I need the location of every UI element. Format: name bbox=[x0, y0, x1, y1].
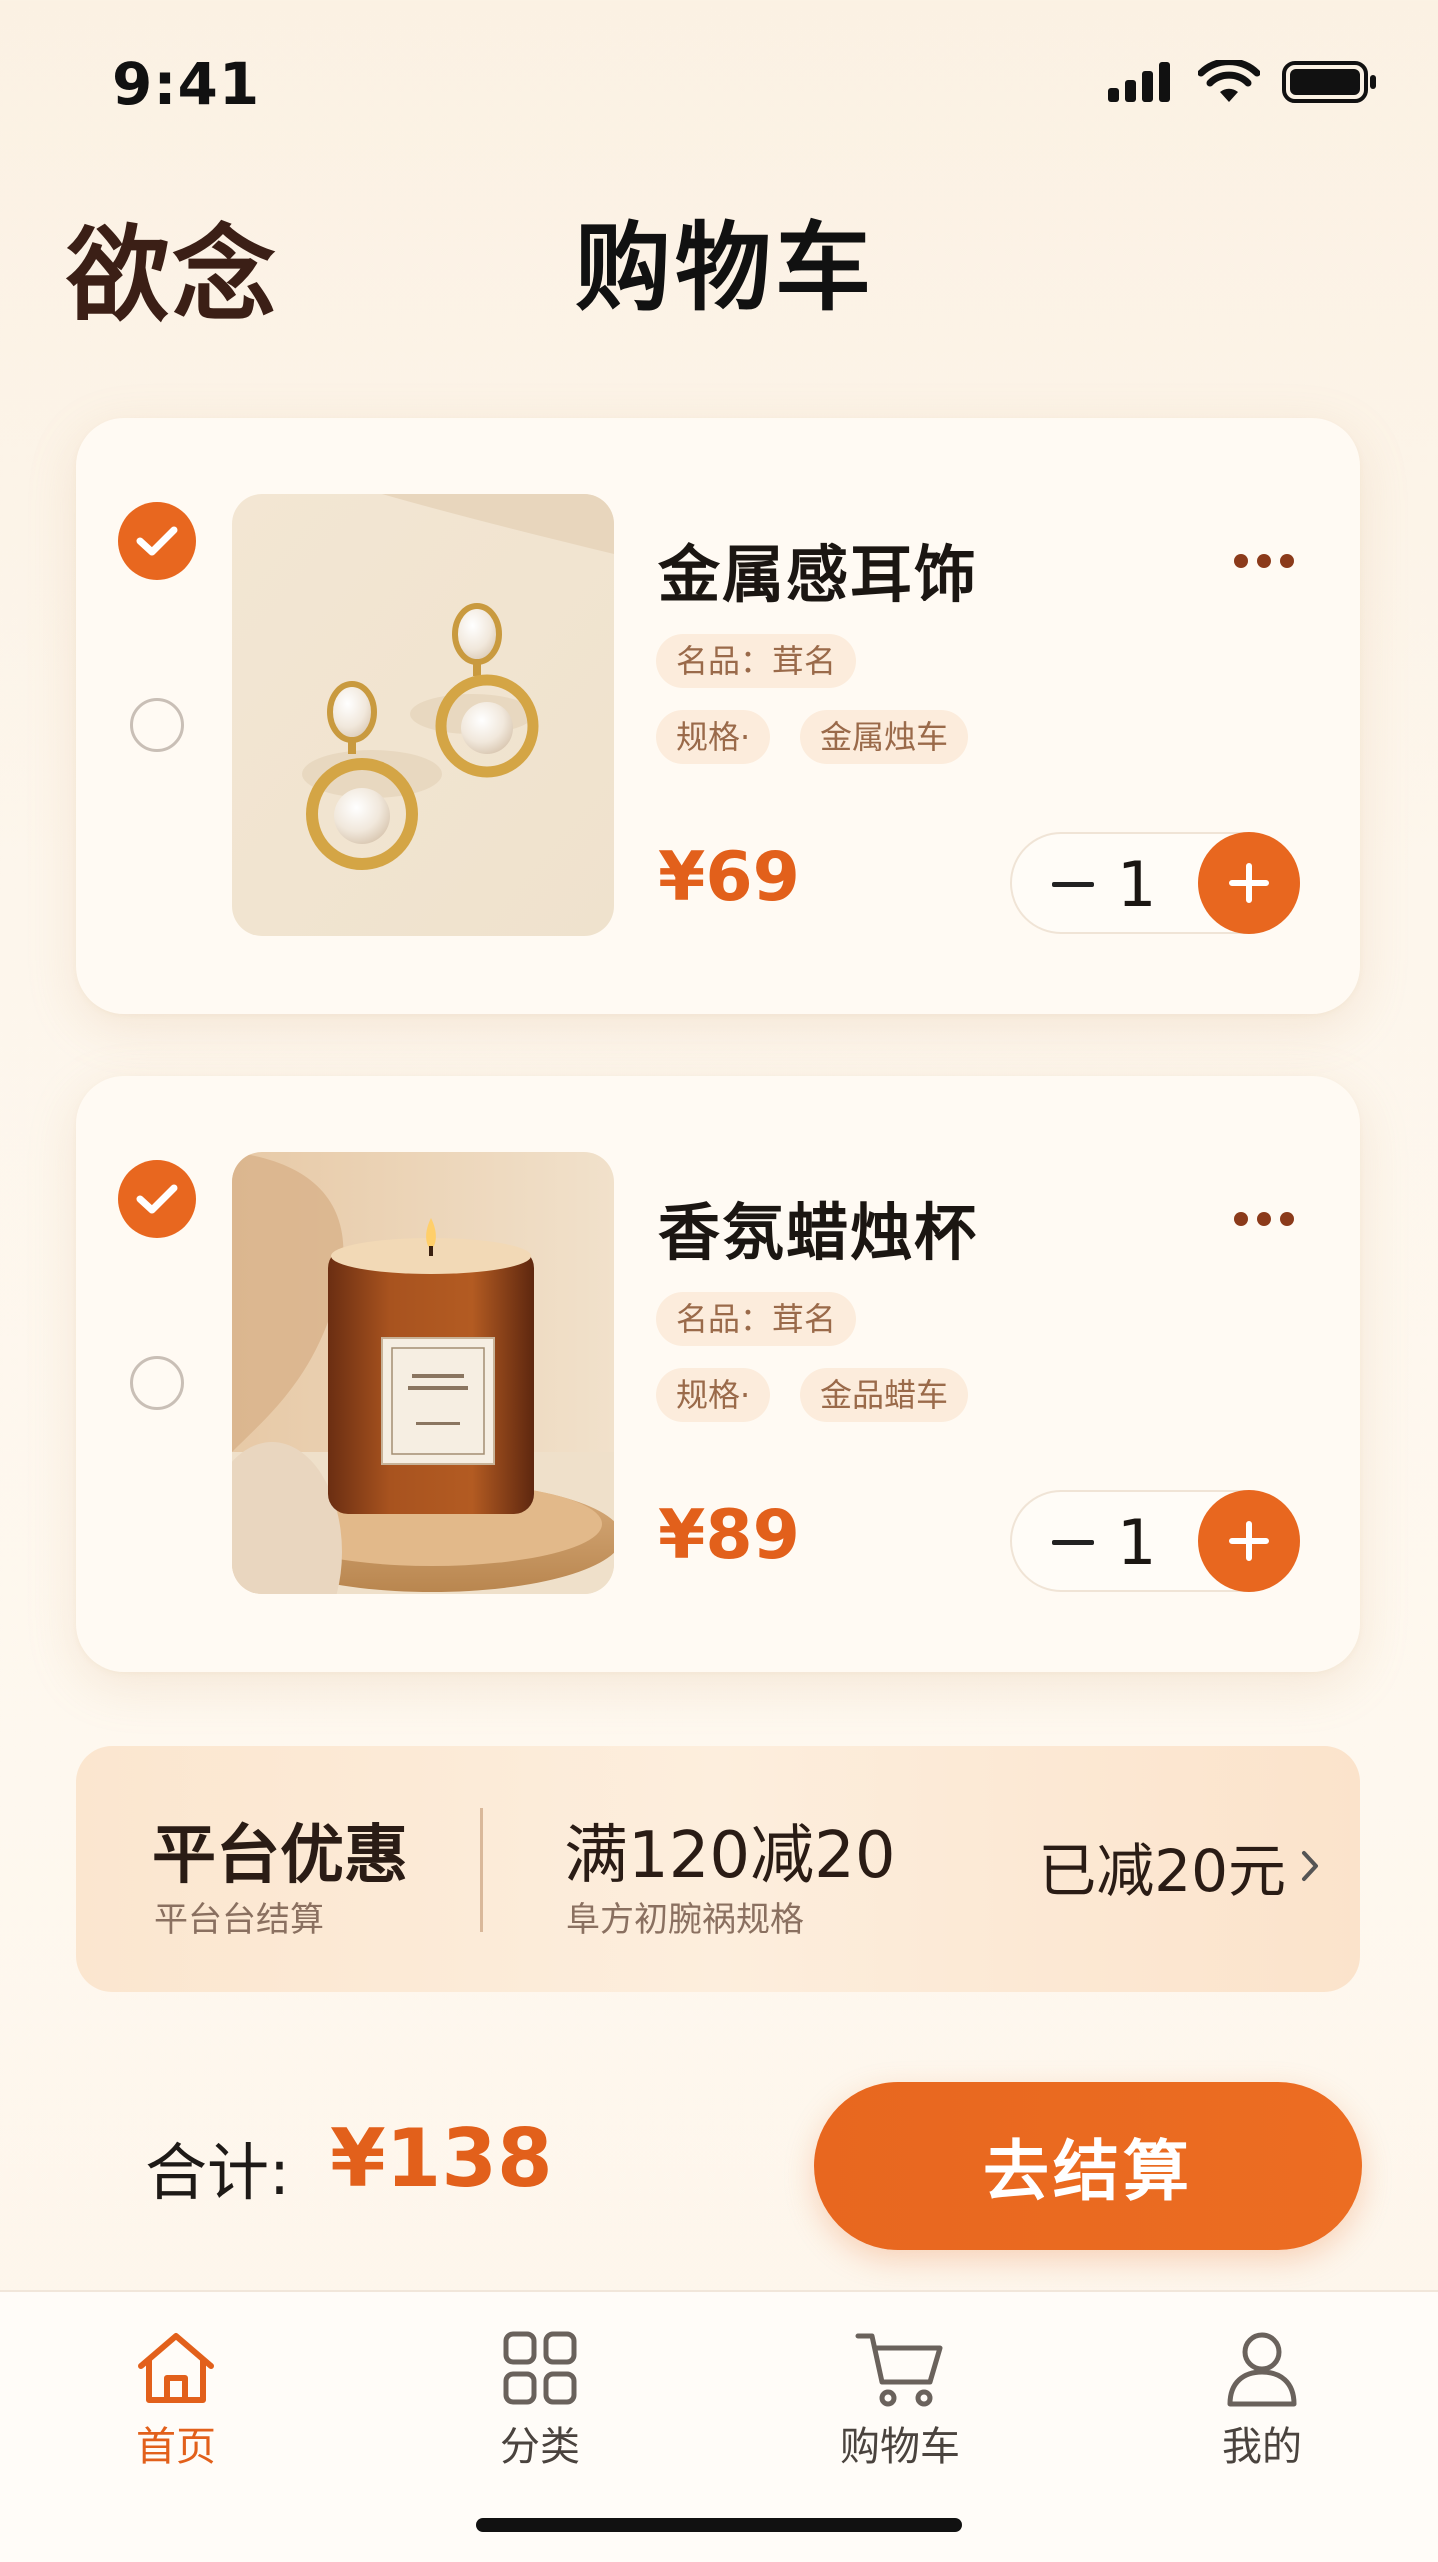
total-label: 合计: bbox=[145, 2136, 290, 2209]
spec-label-chip: 规格· bbox=[656, 710, 771, 764]
spec-value-chip[interactable]: 金属烛车 bbox=[800, 710, 969, 764]
item-checkbox-checked[interactable] bbox=[118, 502, 196, 580]
promo-title: 平台优惠 bbox=[152, 1819, 408, 1893]
wifi-icon bbox=[1198, 60, 1260, 102]
tab-profile[interactable]: 我的 bbox=[1152, 2328, 1372, 2472]
plus-button[interactable] bbox=[1198, 832, 1300, 934]
plus-button[interactable] bbox=[1198, 1490, 1300, 1592]
more-options-icon[interactable] bbox=[1234, 1212, 1294, 1226]
tab-profile-label: 我的 bbox=[1222, 2424, 1302, 2470]
more-options-icon[interactable] bbox=[1234, 554, 1294, 568]
promo-saved-text: 已减20元 bbox=[1038, 1837, 1286, 1905]
user-icon bbox=[1227, 2332, 1297, 2407]
chevron-right-icon bbox=[1302, 1851, 1318, 1881]
quantity-value: 1 bbox=[1117, 848, 1157, 921]
status-icons bbox=[1106, 60, 1378, 104]
tab-cart-label: 购物车 bbox=[840, 2424, 960, 2470]
plus-icon bbox=[1229, 1521, 1269, 1561]
tab-home-label: 首页 bbox=[136, 2424, 216, 2470]
brand-logo: 欲念 bbox=[66, 213, 279, 336]
minus-icon[interactable] bbox=[1052, 882, 1094, 887]
check-icon bbox=[136, 1184, 178, 1214]
check-icon bbox=[136, 526, 178, 556]
promo-divider bbox=[480, 1808, 483, 1932]
total-value: ¥138 bbox=[330, 2112, 553, 2205]
promo-deal: 满120减20 bbox=[564, 1819, 896, 1893]
quantity-stepper: 1 bbox=[1010, 832, 1300, 934]
signal-icon bbox=[1108, 62, 1170, 102]
home-icon bbox=[138, 2333, 214, 2403]
promo-deal-subtitle: 阜方初腕祸规格 bbox=[566, 1900, 804, 1940]
quantity-value: 1 bbox=[1117, 1506, 1157, 1579]
promo-subtitle: 平台台结算 bbox=[154, 1900, 324, 1940]
product-price: ¥69 bbox=[658, 838, 800, 917]
item-checkbox-checked[interactable] bbox=[118, 1160, 196, 1238]
grid-icon bbox=[503, 2331, 577, 2405]
item-checkbox-unchecked[interactable] bbox=[130, 698, 184, 752]
checkout-button[interactable]: 去结算 bbox=[814, 2082, 1362, 2250]
tab-category[interactable]: 分类 bbox=[430, 2328, 650, 2472]
battery-icon bbox=[1282, 61, 1376, 103]
spec-value-chip[interactable]: 金品蜡车 bbox=[800, 1368, 969, 1422]
product-image-candle[interactable] bbox=[232, 1152, 614, 1594]
product-name-chip: 名品：茸名 bbox=[656, 634, 857, 688]
product-name-chip: 名品：茸名 bbox=[656, 1292, 857, 1346]
tab-cart[interactable]: 购物车 bbox=[790, 2328, 1010, 2472]
tab-category-label: 分类 bbox=[500, 2424, 580, 2470]
promo-banner[interactable]: 平台优惠 平台台结算 满120减20 阜方初腕祸规格 已减20元 bbox=[76, 1746, 1360, 1992]
product-name[interactable]: 香氛蜡烛杯 bbox=[658, 1182, 978, 1272]
item-checkbox-unchecked[interactable] bbox=[130, 1356, 184, 1410]
product-name[interactable]: 金属感耳饰 bbox=[658, 524, 978, 614]
minus-icon[interactable] bbox=[1052, 1540, 1094, 1545]
spec-label-chip: 规格· bbox=[656, 1368, 771, 1422]
plus-icon bbox=[1229, 863, 1269, 903]
product-price: ¥89 bbox=[658, 1496, 800, 1575]
product-image-earrings[interactable] bbox=[232, 494, 614, 936]
home-indicator bbox=[476, 2518, 962, 2532]
tab-home[interactable]: 首页 bbox=[66, 2328, 286, 2472]
cart-item-card: 香氛蜡烛杯 名品：茸名 规格· 金品蜡车 ¥89 1 bbox=[76, 1076, 1360, 1672]
cart-item-card: 金属感耳饰 名品：茸名 规格· 金属烛车 ¥69 1 bbox=[76, 418, 1360, 1014]
quantity-stepper: 1 bbox=[1010, 1490, 1300, 1592]
promo-saved[interactable]: 已减20元 bbox=[1038, 1824, 1320, 1908]
page-title: 购物车 bbox=[575, 212, 875, 324]
status-time: 9:41 bbox=[112, 50, 261, 118]
cart-icon bbox=[855, 2333, 943, 2407]
